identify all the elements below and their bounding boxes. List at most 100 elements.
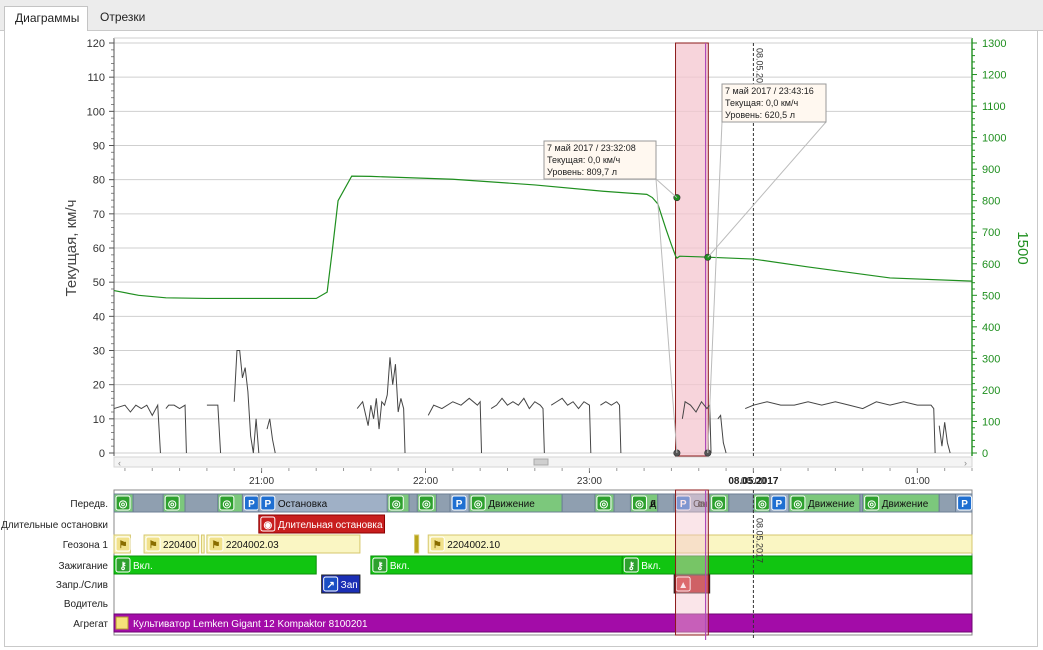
left-tick-label: 110 — [87, 72, 105, 84]
timeline-row-label: Длительные остановки — [1, 520, 108, 531]
right-tick-label: 0 — [982, 448, 988, 460]
right-tick-label: 600 — [982, 259, 1000, 271]
left-tick-label: 90 — [93, 141, 105, 153]
movement-segment[interactable] — [435, 493, 451, 513]
scroll-left-arrow-icon[interactable]: ‹ — [118, 458, 121, 468]
ignition-segment-label: Вкл. — [641, 561, 661, 572]
x-tick-label: 22:00 — [413, 476, 438, 487]
tooltip-level: Уровень: 809,7 л — [547, 167, 617, 177]
pin-icon-glyph: ⚑ — [149, 540, 158, 551]
plot-background — [114, 38, 972, 456]
left-axis-title: Текущая, км/ч — [63, 200, 80, 297]
right-tick-label: 700 — [982, 227, 1000, 239]
right-tick-label: 500 — [982, 290, 1000, 302]
right-tick-label: 400 — [982, 322, 1000, 334]
right-tick-label: 1300 — [982, 38, 1006, 50]
geozone-segment[interactable] — [414, 534, 420, 554]
tooltip-level: Уровень: 620,5 л — [725, 110, 795, 120]
movement-segment[interactable] — [728, 493, 754, 513]
ignition-segment[interactable] — [621, 555, 973, 575]
tooltip-speed: Текущая: 0,0 км/ч — [547, 155, 620, 165]
movement-segment-label: Дви — [649, 499, 656, 510]
pin-icon-glyph: ⚑ — [433, 540, 442, 551]
right-tick-label: 200 — [982, 385, 1000, 397]
right-tick-label: 100 — [982, 416, 1000, 428]
timeline-date-marker-label: 08.05.2017 — [754, 518, 764, 563]
left-tick-label: 100 — [87, 106, 105, 118]
steering-wheel-icon-glyph: ◎ — [474, 499, 483, 510]
left-tick-label: 120 — [87, 38, 105, 50]
movement-segment[interactable] — [938, 493, 957, 513]
movement-segment[interactable] — [613, 493, 631, 513]
long-stop-segment-label: Длительная остановка — [278, 520, 383, 531]
timeline-row-label: Передв. — [70, 499, 108, 510]
movement-segment[interactable] — [657, 493, 675, 513]
right-tick-label: 1000 — [982, 133, 1006, 145]
steering-wheel-icon-glyph: ◎ — [758, 499, 767, 510]
fuel-nozzle-icon-glyph: ↗ — [326, 580, 334, 591]
chart-scrollbar-thumb[interactable] — [533, 458, 549, 466]
left-tick-label: 40 — [93, 311, 105, 323]
x-tick-label: 21:00 — [249, 476, 274, 487]
scroll-right-arrow-icon[interactable]: › — [964, 458, 967, 468]
right-tick-label: 300 — [982, 353, 1000, 365]
ignition-segment-label: Вкл. — [390, 561, 410, 572]
folder-icon — [115, 616, 129, 630]
aggregate-segment-label: Культиватор Lemken Gigant 12 Kompaktor 8… — [133, 619, 368, 630]
steering-wheel-icon-glyph: ◎ — [714, 499, 723, 510]
left-tick-label: 10 — [93, 414, 105, 426]
timeline-row-label: Запр./Слив — [56, 580, 108, 591]
parking-icon-glyph: P — [264, 499, 271, 510]
geozone-segment-label: 220400 — [163, 540, 197, 551]
steering-wheel-icon-glyph: ◎ — [422, 499, 431, 510]
movement-segment-label: Движение — [882, 499, 929, 510]
tooltip-time: 7 май 2017 / 23:32:08 — [547, 143, 636, 153]
steering-wheel-icon-glyph: ◎ — [222, 499, 231, 510]
timeline-row-label: Зажигание — [58, 561, 108, 572]
movement-segment[interactable] — [561, 493, 596, 513]
movement-segment-label: Остановка — [278, 499, 328, 510]
steering-wheel-icon-glyph: ◎ — [392, 499, 401, 510]
movement-segment-label: Движение — [808, 499, 855, 510]
right-tick-label: 800 — [982, 196, 1000, 208]
movement-segment[interactable] — [184, 493, 219, 513]
left-tick-label: 60 — [93, 243, 105, 255]
movement-segment[interactable] — [408, 493, 418, 513]
right-tick-label: 900 — [982, 164, 1000, 176]
steering-wheel-icon-glyph: ◎ — [600, 499, 609, 510]
geozone-segment[interactable] — [200, 534, 205, 554]
x-tick-label: 01:00 — [905, 476, 930, 487]
left-tick-label: 50 — [93, 277, 105, 289]
right-tick-label: 1100 — [982, 101, 1006, 113]
right-tick-label: 1200 — [982, 70, 1006, 82]
steering-wheel-icon-glyph: ◎ — [119, 499, 128, 510]
fuel-event-segment-label: Зап — [341, 580, 358, 591]
geozone-segment-label: 2204002.10 — [447, 540, 500, 551]
selection-band[interactable] — [675, 42, 709, 457]
left-tick-label: 0 — [99, 448, 105, 460]
timeline-row-label: Геозона 1 — [63, 540, 109, 551]
key-icon-glyph: ⚷ — [119, 561, 126, 572]
tooltip-time: 7 май 2017 / 23:43:16 — [725, 86, 814, 96]
movement-segment[interactable] — [132, 493, 164, 513]
timeline-row-label: Агрегат — [73, 619, 108, 630]
pin-icon-glyph: ⚑ — [119, 540, 128, 551]
steering-wheel-icon-glyph: ◎ — [867, 499, 876, 510]
parking-icon-glyph: P — [961, 499, 968, 510]
left-tick-label: 30 — [93, 346, 105, 358]
chart-svg[interactable]: 0102030405060708090100110120010020030040… — [0, 0, 1043, 650]
geozone-segment-label: 2204002.03 — [226, 540, 279, 551]
movement-segment-label: Движение — [488, 499, 535, 510]
parking-icon-glyph: P — [456, 499, 463, 510]
key-icon-glyph: ⚷ — [376, 561, 383, 572]
right-axis-title: 1500 — [1014, 231, 1031, 264]
steering-wheel-icon-glyph: ◎ — [168, 499, 177, 510]
key-icon-glyph: ⚷ — [628, 561, 635, 572]
tooltip-speed: Текущая: 0,0 км/ч — [725, 98, 798, 108]
pin-icon-glyph: ⚑ — [211, 540, 220, 551]
left-tick-label: 80 — [93, 175, 105, 187]
parking-icon-glyph: P — [775, 499, 782, 510]
left-tick-label: 20 — [93, 380, 105, 392]
ignition-segment-label: Вкл. — [133, 561, 153, 572]
timeline-selection-band[interactable] — [675, 489, 709, 636]
